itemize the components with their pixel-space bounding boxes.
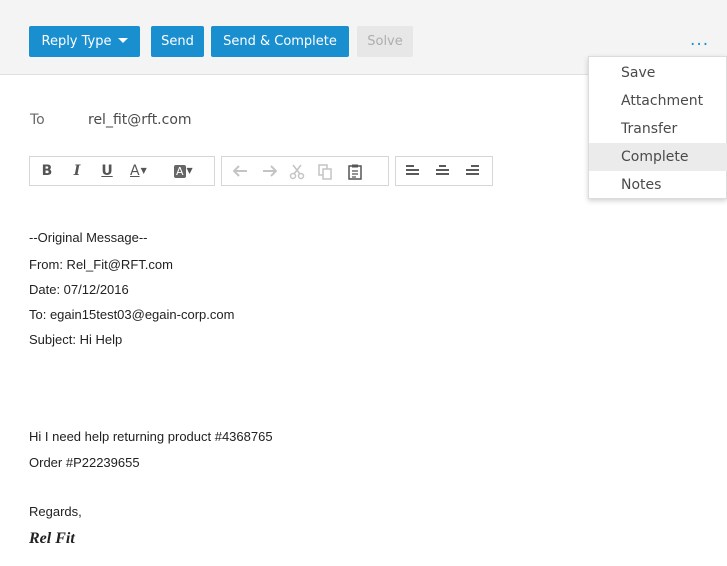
undo-button[interactable] (230, 157, 252, 185)
order-line: Order #P22239655 (29, 455, 140, 470)
font-color-button[interactable]: A▼ (126, 157, 160, 185)
date-line: Date: 07/12/2016 (29, 282, 129, 297)
menu-item-attachment[interactable]: Attachment (589, 87, 727, 115)
message-text-line: Hi I need help returning product #436876… (29, 429, 273, 444)
more-options-menu: Save Attachment Transfer Complete Notes (588, 56, 727, 199)
paste-icon (348, 164, 362, 180)
paste-button[interactable] (344, 157, 366, 185)
alignment-group (395, 156, 493, 186)
italic-button[interactable]: I (66, 157, 88, 185)
bold-button[interactable]: B (36, 157, 58, 185)
signature: Rel Fit (29, 530, 75, 547)
chevron-down-icon (117, 38, 128, 43)
background-color-icon: A (174, 165, 186, 178)
to-line: To: egain15test03@egain-corp.com (29, 307, 235, 322)
chevron-down-icon: ▼ (140, 166, 147, 175)
font-color-icon: A (130, 163, 140, 179)
more-options-icon[interactable]: ... (690, 30, 709, 50)
copy-icon (318, 164, 332, 180)
align-center-button[interactable] (432, 157, 454, 185)
align-center-icon (436, 165, 449, 176)
to-field[interactable]: rel_fit@rft.com (88, 112, 192, 128)
align-right-icon (466, 165, 479, 176)
reply-type-label: Reply Type (41, 34, 112, 49)
menu-item-complete[interactable]: Complete (589, 143, 727, 171)
scissors-icon (289, 164, 305, 180)
from-line: From: Rel_Fit@RFT.com (29, 257, 173, 272)
chevron-down-icon: ▼ (186, 166, 193, 175)
format-group: B I U A▼ A ▼ (29, 156, 215, 186)
to-label: To (30, 112, 45, 128)
menu-item-transfer[interactable]: Transfer (589, 115, 727, 143)
underline-button[interactable]: U (96, 157, 118, 185)
original-message-header: --Original Message-- (29, 230, 148, 245)
subject-line: Subject: Hi Help (29, 332, 123, 347)
copy-button[interactable] (314, 157, 336, 185)
redo-icon (263, 165, 277, 177)
edit-group (221, 156, 389, 186)
align-left-icon (406, 165, 419, 176)
cut-button[interactable] (286, 157, 308, 185)
align-left-button[interactable] (402, 157, 424, 185)
send-button[interactable]: Send (151, 26, 204, 57)
regards-line: Regards, (29, 504, 82, 519)
menu-item-notes[interactable]: Notes (589, 171, 727, 199)
undo-icon (233, 165, 247, 177)
reply-type-button[interactable]: Reply Type (29, 26, 140, 57)
background-color-button[interactable]: A ▼ (170, 157, 210, 185)
align-right-button[interactable] (462, 157, 484, 185)
redo-button[interactable] (258, 157, 280, 185)
send-and-complete-button[interactable]: Send & Complete (211, 26, 349, 57)
menu-item-save[interactable]: Save (589, 59, 727, 87)
solve-button[interactable]: Solve (357, 26, 413, 57)
